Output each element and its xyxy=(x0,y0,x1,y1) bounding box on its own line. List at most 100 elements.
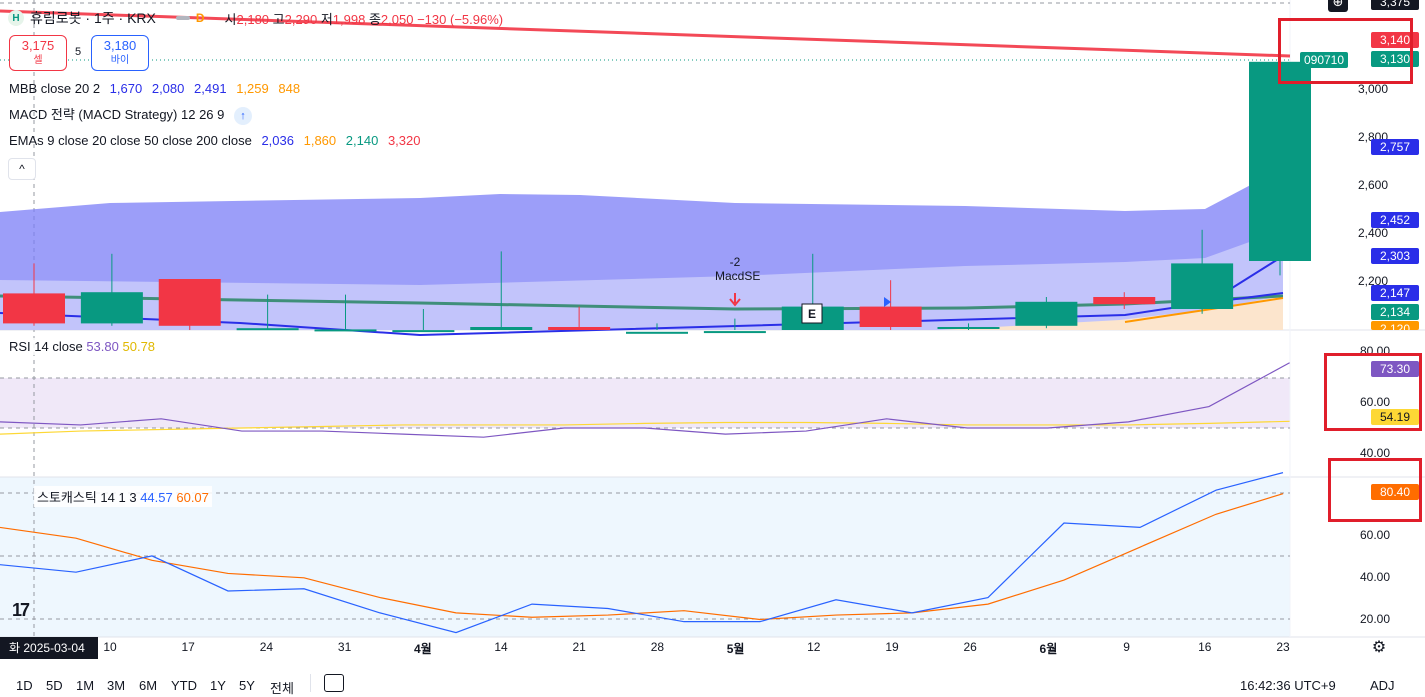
zoom-in-icon[interactable]: ⊕ xyxy=(1328,0,1348,12)
stoch-value-label: 80.40 xyxy=(1371,484,1419,500)
high-value: 2,290 xyxy=(284,11,318,27)
stoch-tick-40: 40.00 xyxy=(1360,570,1391,584)
mbb-label: MBB close 20 2 xyxy=(9,81,101,96)
rsi-tick-60: 60.00 xyxy=(1360,395,1391,409)
candle-body[interactable] xyxy=(80,292,143,324)
price-label-2757: 2,757 xyxy=(1371,139,1419,155)
symbol-title[interactable]: 휴림로봇 · 1주 · KRX xyxy=(30,8,156,28)
candle-body[interactable] xyxy=(859,306,922,327)
chart-container[interactable]: H 휴림로봇 · 1주 · KRX D 시2,180 고2,290 저1,998… xyxy=(0,0,1425,696)
price-label-2452: 2,452 xyxy=(1371,212,1419,228)
mbb-value-4: 1,259 xyxy=(236,81,269,96)
sell-button[interactable]: 3,175 셀 xyxy=(9,35,67,71)
open-value: 2,180 xyxy=(236,11,270,27)
rsi-ma-value: 50.78 xyxy=(122,339,156,354)
minus-icon[interactable] xyxy=(175,16,190,20)
range-button-5[interactable]: YTD xyxy=(171,678,197,693)
sell-price: 3,175 xyxy=(21,38,55,53)
candle-body[interactable] xyxy=(3,293,65,324)
strategy-report-icon[interactable]: ↑ xyxy=(234,107,252,125)
ema-value-3: 2,140 xyxy=(345,133,379,148)
candle-body[interactable] xyxy=(236,328,299,331)
price-tick-2600: 2,600 xyxy=(1358,178,1389,192)
time-label: 17 xyxy=(181,640,195,654)
price-label-2147: 2,147 xyxy=(1371,285,1419,301)
candle-body[interactable] xyxy=(937,327,1000,329)
time-label: 14 xyxy=(494,640,508,654)
ema-value-4: 3,320 xyxy=(387,133,421,148)
candle-body[interactable] xyxy=(1171,263,1234,309)
candle-body[interactable] xyxy=(314,329,377,332)
collapse-legend-button[interactable]: ^ xyxy=(8,158,36,180)
rsi-legend[interactable]: RSI 14 close 53.80 50.78 xyxy=(6,338,159,355)
crosshair-time-label: 화 2025-03-04 xyxy=(0,637,98,659)
price-label-2120: 2,120 xyxy=(1371,321,1419,330)
price-label-2303: 2,303 xyxy=(1371,248,1419,264)
chart-canvas[interactable] xyxy=(0,0,1425,696)
earnings-marker-label: E xyxy=(808,307,817,321)
time-label: 19 xyxy=(885,640,899,654)
candle-body[interactable] xyxy=(548,327,611,330)
mbb-value-5: 848 xyxy=(278,81,301,96)
candle-body[interactable] xyxy=(1093,297,1156,305)
date-range-icon[interactable] xyxy=(324,674,344,692)
time-label: 26 xyxy=(963,640,977,654)
clock-display[interactable]: 16:42:36 UTC+9 xyxy=(1240,678,1336,693)
mbb-legend[interactable]: MBB close 20 2 1,670 2,080 2,491 1,259 8… xyxy=(9,81,306,97)
signal-count: -2 xyxy=(729,255,741,269)
rsi-ma-value-label: 54.19 xyxy=(1371,409,1419,425)
range-button-3[interactable]: 3M xyxy=(107,678,125,693)
stoch-legend[interactable]: 스토캐스틱 14 1 3 44.57 60.07 xyxy=(34,486,212,507)
candle-body[interactable] xyxy=(392,330,455,333)
price-label-3130: 3,130 xyxy=(1371,51,1419,67)
signal-label: -2 MacdSE xyxy=(715,255,760,283)
range-button-2[interactable]: 1M xyxy=(76,678,94,693)
price-tick-2400: 2,400 xyxy=(1358,226,1389,240)
range-button-1[interactable]: 5D xyxy=(46,678,63,693)
high-label: 고 xyxy=(272,11,285,27)
range-button-6[interactable]: 1Y xyxy=(210,678,226,693)
macd-strategy-legend[interactable]: MACD 전략 (MACD Strategy) 12 26 9 ↑ xyxy=(9,107,258,125)
macd-label: MACD 전략 (MACD Strategy) 12 26 9 xyxy=(9,107,225,123)
price-label-3140: 3,140 xyxy=(1371,32,1419,48)
spread-value: 5 xyxy=(75,46,82,58)
time-label: 24 xyxy=(259,640,274,654)
candle-body[interactable] xyxy=(626,331,688,334)
low-value: 1,998 xyxy=(332,11,366,27)
open-label: 시 xyxy=(224,11,237,27)
mbb-value-3: 2,491 xyxy=(194,81,227,96)
price-label-2134: 2,134 xyxy=(1371,304,1419,320)
range-button-4[interactable]: 6M xyxy=(139,678,157,693)
bottom-toolbar: 1D 5D 1M 3M 6M YTD 1Y 5Y 전체 16:42:36 UTC+9 ADJ xyxy=(0,672,1425,696)
settings-gear-icon[interactable]: ⚙ xyxy=(1370,639,1388,657)
exchange-badge: H xyxy=(8,10,24,26)
candle-body[interactable] xyxy=(1015,301,1078,326)
buy-price: 3,180 xyxy=(103,38,137,53)
tradingview-logo-icon[interactable]: 17 xyxy=(12,600,30,621)
rsi-tick-40: 40.00 xyxy=(1360,446,1391,460)
range-button-8[interactable]: 전체 xyxy=(270,678,294,697)
rsi-value: 53.80 xyxy=(86,339,119,354)
mbb-value-2: 2,080 xyxy=(151,81,185,96)
time-label: 10 xyxy=(103,640,117,654)
adj-toggle[interactable]: ADJ xyxy=(1370,678,1395,693)
candle-body[interactable] xyxy=(1249,61,1311,261)
time-label: 28 xyxy=(650,640,665,654)
emas-legend[interactable]: EMAs 9 close 20 close 50 close 200 close… xyxy=(9,133,427,149)
ema-value-2: 1,860 xyxy=(303,133,337,148)
range-button-0[interactable]: 1D xyxy=(16,678,33,693)
candle-body[interactable] xyxy=(470,327,533,330)
candle-body[interactable] xyxy=(703,331,766,334)
time-label: 12 xyxy=(807,640,821,654)
stoch-d-value: 60.07 xyxy=(176,490,209,505)
ohlc-values: 시2,180 고2,290 저1,998 종2,050 −130 (−5.96%… xyxy=(225,9,504,28)
close-value: 2,050 xyxy=(380,11,414,27)
candle-body[interactable] xyxy=(158,279,221,326)
time-label: 5월 xyxy=(726,642,745,656)
range-button-7[interactable]: 5Y xyxy=(239,678,255,693)
stoch-tick-20: 20.00 xyxy=(1360,612,1391,626)
symbol-header: H 휴림로봇 · 1주 · KRX D 시2,180 고2,290 저1,998… xyxy=(8,8,503,28)
time-label: 31 xyxy=(337,640,352,654)
emas-label: EMAs 9 close 20 close 50 close 200 close xyxy=(9,133,252,148)
buy-button[interactable]: 3,180 바이 xyxy=(91,35,149,71)
